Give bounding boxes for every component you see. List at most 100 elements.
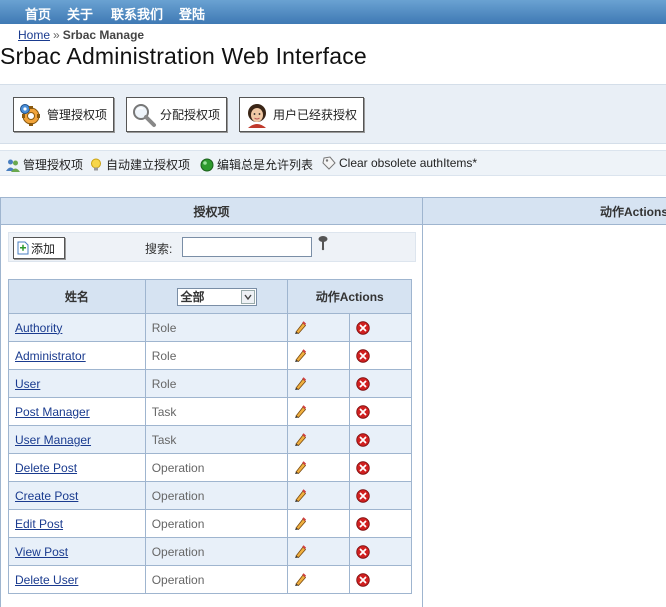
assign-auth-items-button[interactable]: 分配授权项: [126, 97, 228, 132]
edit-pencil-icon[interactable]: [294, 544, 307, 558]
chevron-down-icon: [240, 289, 255, 304]
column-header-name: 姓名: [8, 279, 146, 314]
edit-pencil-icon[interactable]: [294, 572, 307, 586]
delete-action-cell: [349, 453, 412, 482]
item-type: Operation: [144, 481, 289, 510]
item-name-link[interactable]: View Post: [15, 545, 68, 559]
add-document-icon: [17, 241, 29, 255]
type-filter-select[interactable]: 全部: [176, 287, 257, 306]
page-title: Srbac Administration Web Interface: [0, 43, 367, 69]
tag-icon: [322, 156, 336, 170]
delete-action-cell: [349, 397, 412, 426]
item-name-cell: Administrator: [8, 341, 146, 370]
auth-items-panel-title: 授权项: [1, 197, 422, 225]
edit-pencil-icon[interactable]: [294, 320, 307, 334]
add-button[interactable]: 添加: [13, 237, 65, 259]
edit-pencil-icon[interactable]: [294, 488, 307, 502]
edit-pencil-icon[interactable]: [294, 460, 307, 474]
manage-auth-items-button[interactable]: 管理授权项: [13, 97, 115, 132]
table-row: Delete Post Operation: [8, 453, 412, 482]
delete-action-cell: [349, 509, 412, 538]
item-name-link[interactable]: Delete User: [15, 573, 78, 587]
auth-items-rows: Authority Role Administrator Role User Role Po…: [8, 313, 412, 594]
actions-panel-title: 动作Actions: [423, 197, 666, 225]
edit-action-cell: [287, 481, 351, 510]
sub-manage-auth-items-link[interactable]: 管理授权项: [6, 156, 83, 173]
table-row: User Role: [8, 369, 412, 398]
edit-action-cell: [287, 537, 351, 566]
breadcrumb-separator: »: [53, 28, 60, 42]
item-name-link[interactable]: Post Manager: [15, 405, 90, 419]
delete-icon[interactable]: [356, 320, 370, 335]
gears-icon: [20, 103, 40, 126]
edit-action-cell: [287, 509, 351, 538]
delete-icon[interactable]: [356, 544, 370, 559]
user-face-icon: [248, 103, 266, 128]
edit-action-cell: [287, 397, 351, 426]
assign-auth-items-label: 分配授权项: [160, 108, 221, 122]
item-type: Role: [144, 341, 289, 370]
clear-obsolete-link[interactable]: Clear obsolete authItems*: [322, 156, 477, 170]
edit-always-allowed-label: 编辑总是允许列表: [217, 158, 314, 172]
breadcrumb-home-link[interactable]: Home: [18, 28, 50, 42]
item-name-cell: Delete Post: [8, 453, 146, 482]
edit-action-cell: [287, 341, 351, 370]
auth-items-panel: 授权项 添加 搜索: 姓名 全部 动作Actions Authority Rol…: [0, 197, 423, 607]
edit-always-allowed-link[interactable]: 编辑总是允许列表: [200, 156, 313, 173]
column-header-actions: 动作Actions: [287, 279, 412, 314]
item-name-link[interactable]: Administrator: [15, 349, 86, 363]
nav-home-link[interactable]: 首页: [25, 4, 51, 23]
delete-icon[interactable]: [356, 404, 370, 419]
item-name-cell: User: [8, 369, 146, 398]
delete-icon[interactable]: [356, 376, 370, 391]
delete-action-cell: [349, 341, 412, 370]
item-name-link[interactable]: User: [15, 377, 40, 391]
delete-icon[interactable]: [356, 432, 370, 447]
edit-action-cell: [287, 565, 351, 594]
auto-create-items-label: 自动建立授权项: [106, 158, 191, 172]
type-filter-header: 全部: [144, 279, 289, 314]
edit-action-cell: [287, 369, 351, 398]
lightbulb-icon: [91, 158, 101, 170]
auto-create-items-link[interactable]: 自动建立授权项: [89, 156, 190, 173]
delete-icon[interactable]: [356, 488, 370, 503]
delete-icon[interactable]: [356, 572, 370, 587]
nav-about-link[interactable]: 关于: [67, 4, 93, 23]
item-name-link[interactable]: Delete Post: [15, 461, 77, 475]
nav-login-link[interactable]: 登陆: [179, 4, 205, 23]
edit-pencil-icon[interactable]: [294, 348, 307, 362]
table-row: Authority Role: [8, 313, 412, 342]
search-label: 搜索:: [145, 242, 173, 256]
search-input[interactable]: [182, 237, 312, 257]
delete-action-cell: [349, 369, 412, 398]
users-authorized-button[interactable]: 用户已经获授权: [239, 97, 365, 132]
edit-pencil-icon[interactable]: [294, 376, 307, 390]
edit-pencil-icon[interactable]: [294, 432, 307, 446]
nav-contact-link[interactable]: 联系我们: [111, 4, 163, 23]
item-type: Role: [144, 369, 289, 398]
clear-obsolete-label: Clear obsolete authItems*: [339, 156, 478, 170]
edit-pencil-icon[interactable]: [294, 404, 307, 418]
table-row: Edit Post Operation: [8, 509, 412, 538]
type-filter-value: 全部: [180, 290, 205, 304]
item-name-link[interactable]: Authority: [15, 321, 62, 335]
delete-icon[interactable]: [356, 460, 370, 475]
item-name-link[interactable]: User Manager: [15, 433, 91, 447]
delete-icon[interactable]: [356, 348, 370, 363]
delete-action-cell: [349, 425, 412, 454]
users-icon: [6, 159, 20, 172]
delete-action-cell: [349, 313, 412, 342]
item-type: Operation: [144, 509, 289, 538]
edit-pencil-icon[interactable]: [294, 516, 307, 530]
edit-action-cell: [287, 425, 351, 454]
delete-icon[interactable]: [356, 516, 370, 531]
item-name-link[interactable]: Edit Post: [15, 517, 63, 531]
auth-items-table: 姓名 全部 动作Actions Authority Role Administrat…: [8, 279, 412, 594]
top-navigation-bar: 首页 关于 联系我们 登陆: [0, 0, 666, 24]
item-name-cell: Authority: [8, 313, 146, 342]
item-type: Operation: [144, 453, 289, 482]
item-name-link[interactable]: Create Post: [15, 489, 78, 503]
delete-action-cell: [349, 565, 412, 594]
search-funnel-icon[interactable]: [317, 235, 329, 251]
item-name-cell: Edit Post: [8, 509, 146, 538]
